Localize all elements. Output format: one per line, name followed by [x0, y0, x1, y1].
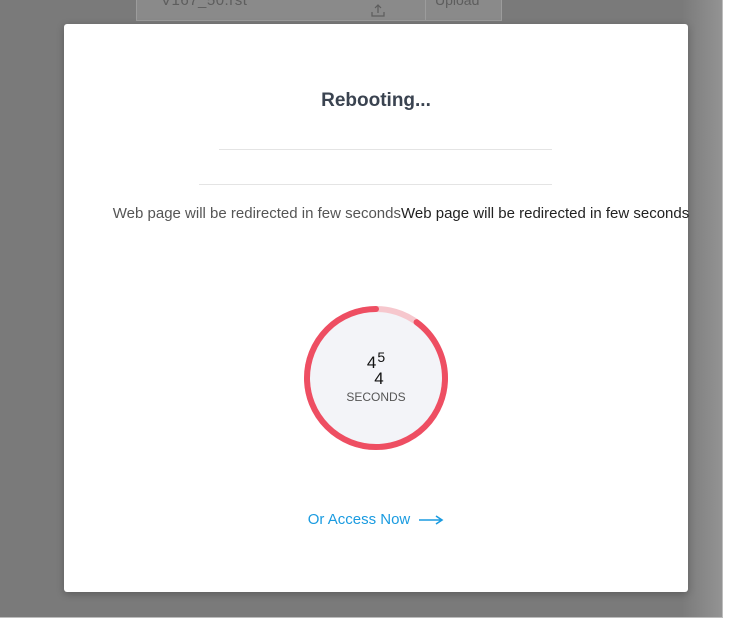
redirect-message-part2: Web page will be redirected in few secon…: [401, 205, 690, 222]
upload-button: Upload: [435, 0, 480, 8]
file-bar-divider: [425, 0, 426, 20]
access-now-label: Or Access Now: [307, 511, 411, 528]
countdown-timer: 45 4 SECONDS: [300, 302, 452, 454]
redirect-message-part1: Web page will be redirected in few secon…: [112, 205, 401, 222]
dialog-title: Rebooting...: [321, 90, 431, 111]
file-name-field: V167_50.rst: [161, 0, 248, 9]
file-upload-bar: V167_50.rst Upload: [136, 0, 502, 21]
countdown-next: 4: [374, 369, 384, 388]
upload-icon: [371, 2, 385, 18]
countdown-unit: SECONDS: [346, 390, 406, 404]
countdown-number: 45 4: [300, 349, 452, 387]
countdown-previous: 5: [377, 349, 386, 365]
backdrop-shadow: [682, 0, 722, 617]
rebooting-dialog: Rebooting... Web page will be redirected…: [64, 24, 689, 592]
message-divider: [199, 184, 552, 185]
access-now-link[interactable]: Or Access Now: [64, 511, 688, 529]
redirect-message: Web page will be redirected in few secon…: [94, 196, 708, 232]
title-divider: [219, 149, 552, 150]
arrow-right-icon: [418, 512, 444, 529]
